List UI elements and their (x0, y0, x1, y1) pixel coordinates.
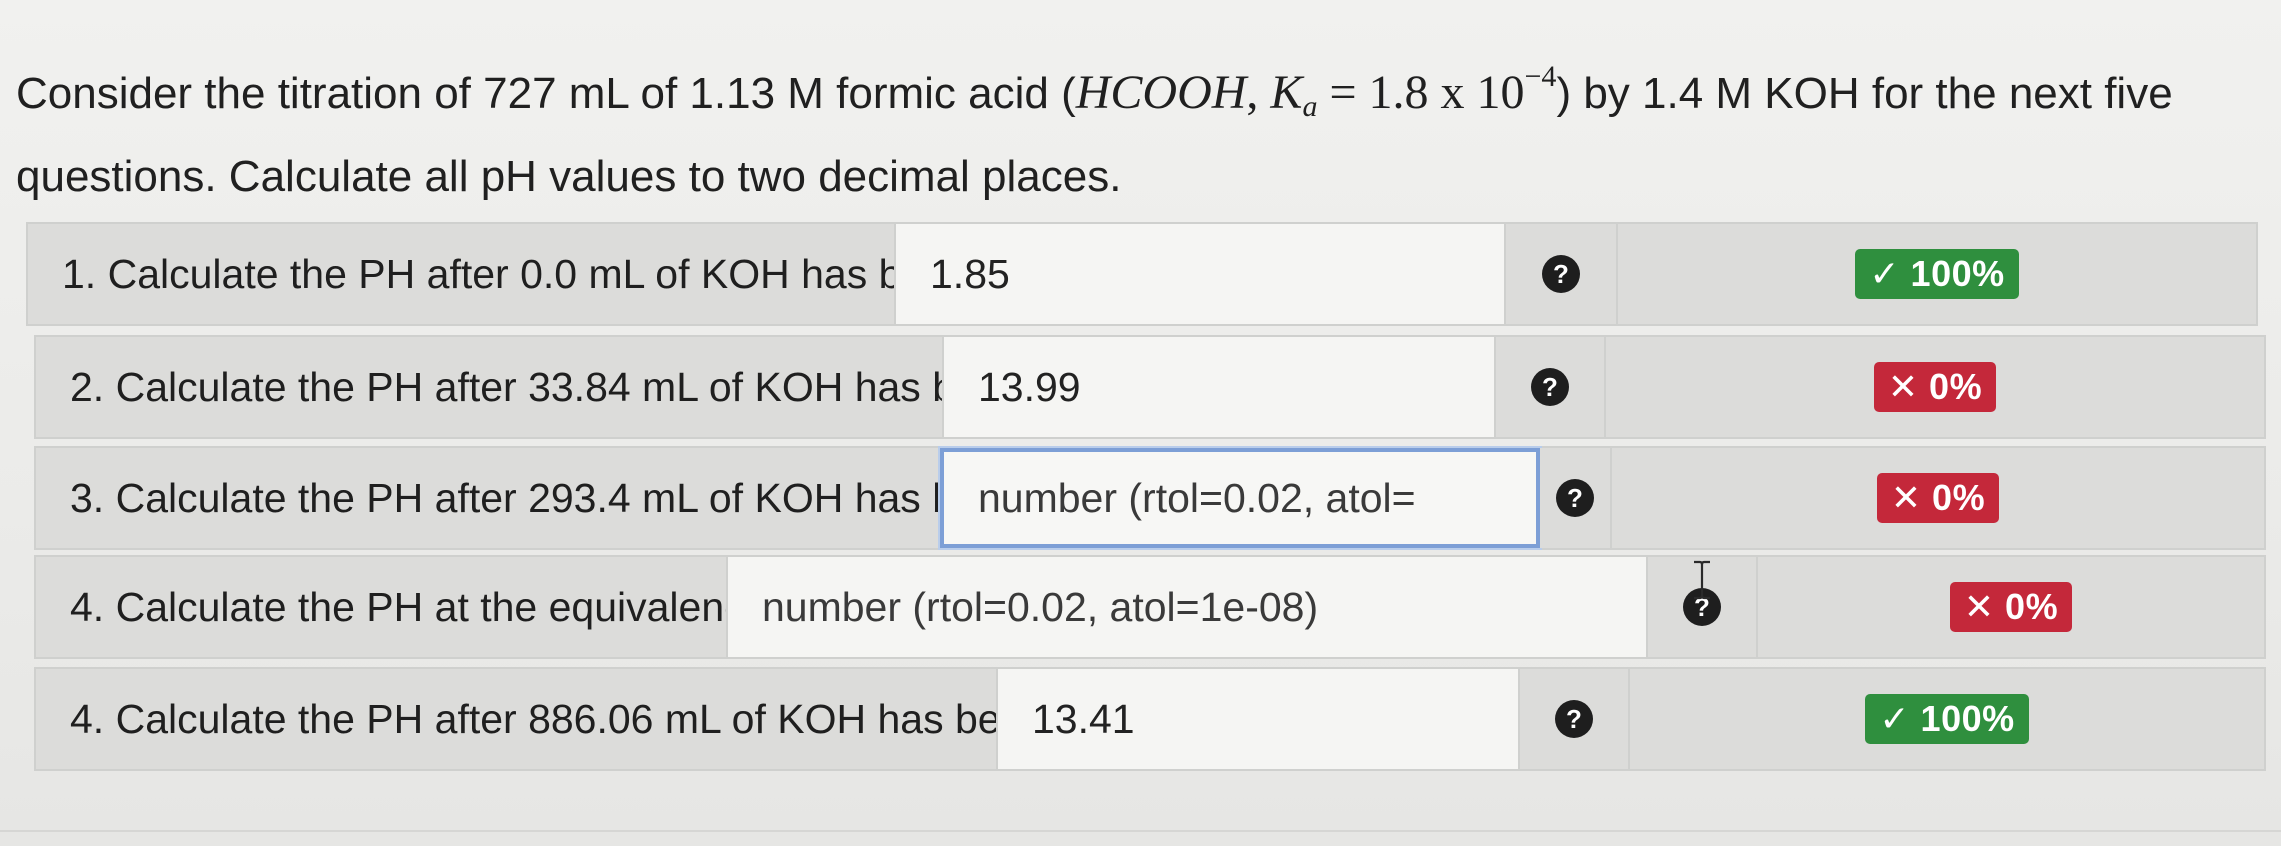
question-mark-icon[interactable]: ? (1556, 479, 1594, 517)
formula-comma: , (1246, 66, 1271, 119)
question-mark-icon[interactable]: ? (1555, 700, 1593, 738)
score-badge-incorrect: ✕ 0% (1873, 362, 1997, 412)
question-mark-icon[interactable]: ? (1542, 255, 1580, 293)
formula-exponent: −4 (1524, 60, 1557, 93)
page: Consider the titration of 727 mL of 1.13… (0, 0, 2281, 846)
score-badge-correct: ✓ 100% (1855, 249, 2019, 299)
formula-k: K (1270, 66, 1303, 119)
formula: HCOOH, Ka = 1.8 x 10−4 (1075, 60, 1557, 123)
question-label-3: 3. Calculate the PH after 293.4 mL of KO… (36, 448, 1184, 548)
help-button-2[interactable]: ? (1496, 337, 1604, 437)
question-row-2: 2. Calculate the PH after 33.84 mL of KO… (34, 335, 2266, 439)
question-row-5: 4. Calculate the PH after 886.06 mL of K… (34, 667, 2266, 771)
question-mark-icon[interactable]: ? (1531, 368, 1569, 406)
question-label-2: 2. Calculate the PH after 33.84 mL of KO… (36, 337, 1184, 437)
formula-compound: HCOOH (1075, 66, 1247, 119)
score-cell-4: ✕ 0% (1756, 557, 2264, 657)
score-cell-2: ✕ 0% (1604, 337, 2264, 437)
answer-input-3[interactable]: number (rtol=0.02, atol= (940, 448, 1540, 548)
answer-input-2[interactable]: 13.99 (942, 337, 1496, 437)
formula-k-sub: a (1302, 90, 1318, 123)
score-cell-5: ✓ 100% (1628, 669, 2264, 769)
question-label-5: 4. Calculate the PH after 886.06 mL of K… (36, 669, 1207, 769)
answer-input-4[interactable]: number (rtol=0.02, atol=1e-08) (726, 557, 1648, 657)
question-row-4: 4. Calculate the PH at the equivalence p… (34, 555, 2266, 659)
question-label-4: 4. Calculate the PH at the equivalence p… (36, 557, 903, 657)
question-label-1: 1. Calculate the PH after 0.0 mL of KOH … (28, 224, 1131, 324)
text-cursor-icon (1694, 560, 1710, 600)
score-cell-3: ✕ 0% (1610, 448, 2264, 548)
formula-value: = 1.8 x 10 (1317, 66, 1525, 119)
question-prompt: Consider the titration of 727 mL of 1.13… (16, 42, 2256, 212)
help-button-5[interactable]: ? (1520, 669, 1628, 769)
score-badge-incorrect: ✕ 0% (1876, 473, 2000, 523)
answer-input-1[interactable]: 1.85 (894, 224, 1506, 324)
help-button-3[interactable]: ? (1540, 448, 1610, 548)
bottom-divider (0, 830, 2281, 832)
question-row-1: 1. Calculate the PH after 0.0 mL of KOH … (26, 222, 2258, 326)
score-badge-correct: ✓ 100% (1865, 694, 2029, 744)
question-row-3: 3. Calculate the PH after 293.4 mL of KO… (34, 446, 2266, 550)
score-badge-incorrect: ✕ 0% (1949, 582, 2073, 632)
answer-input-5[interactable]: 13.41 (996, 669, 1520, 769)
score-cell-1: ✓ 100% (1616, 224, 2256, 324)
help-button-1[interactable]: ? (1506, 224, 1616, 324)
prompt-text-before: Consider the titration of 727 mL of 1.13… (16, 69, 1076, 118)
